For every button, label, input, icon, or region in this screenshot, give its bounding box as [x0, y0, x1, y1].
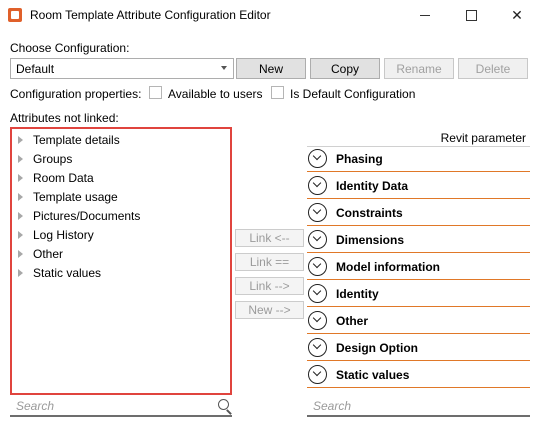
- expand-arrow-icon[interactable]: [18, 250, 23, 258]
- link-left-button[interactable]: Link <--: [235, 229, 304, 247]
- parameter-group-label: Constraints: [336, 206, 403, 220]
- revit-parameter-list: Revit parameter Phasing Identity Data Co…: [307, 127, 530, 395]
- revit-parameter-search-input[interactable]: Search: [307, 397, 530, 417]
- title-bar: Room Template Attribute Configuration Ed…: [0, 0, 540, 30]
- parameter-group-label: Other: [336, 314, 369, 328]
- copy-button[interactable]: Copy: [310, 58, 380, 79]
- configuration-select-value: Default: [16, 62, 55, 76]
- parameter-group[interactable]: Identity Data: [307, 173, 530, 199]
- new-button[interactable]: New: [236, 58, 306, 79]
- revit-parameter-header: Revit parameter: [307, 127, 530, 147]
- revit-parameter-search-placeholder: Search: [313, 399, 352, 413]
- parameter-group[interactable]: Dimensions: [307, 227, 530, 253]
- parameter-group[interactable]: Static values: [307, 362, 530, 388]
- tree-item-label: Template details: [33, 133, 120, 147]
- tree-item-label: Other: [33, 247, 64, 261]
- tree-item-label: Room Data: [33, 171, 94, 185]
- parameter-group[interactable]: Phasing: [307, 146, 530, 172]
- available-to-users-checkbox[interactable]: [149, 86, 162, 99]
- available-to-users-label: Available to users: [168, 87, 263, 101]
- new-right-button[interactable]: New -->: [235, 301, 304, 319]
- search-icon[interactable]: [218, 399, 229, 410]
- tree-item[interactable]: Other: [18, 245, 63, 263]
- minimize-icon[interactable]: [402, 0, 448, 30]
- expand-arrow-icon[interactable]: [18, 136, 23, 144]
- tree-item[interactable]: Room Data: [18, 169, 94, 187]
- is-default-configuration-label: Is Default Configuration: [290, 87, 416, 101]
- attributes-search-placeholder: Search: [16, 399, 55, 413]
- tree-item[interactable]: Log History: [18, 226, 94, 244]
- tree-item[interactable]: Static values: [18, 264, 101, 282]
- expand-chevron-icon[interactable]: [308, 311, 327, 330]
- parameter-group[interactable]: Design Option: [307, 335, 530, 361]
- parameter-group-label: Identity Data: [336, 179, 409, 193]
- link-equal-button[interactable]: Link ==: [235, 253, 304, 271]
- expand-chevron-icon[interactable]: [308, 338, 327, 357]
- attributes-not-linked-label: Attributes not linked:: [10, 111, 119, 125]
- parameter-group[interactable]: Other: [307, 308, 530, 334]
- tree-item-label: Pictures/Documents: [33, 209, 141, 223]
- rename-button[interactable]: Rename: [384, 58, 454, 79]
- chevron-down-icon: [221, 66, 227, 70]
- parameter-group-label: Static values: [336, 368, 410, 382]
- tree-item-label: Groups: [33, 152, 73, 166]
- expand-chevron-icon[interactable]: [308, 149, 327, 168]
- parameter-group[interactable]: Identity: [307, 281, 530, 307]
- maximize-icon[interactable]: [448, 0, 494, 30]
- attributes-search-input[interactable]: Search: [10, 397, 232, 417]
- revit-parameter-header-label: Revit parameter: [440, 131, 526, 145]
- parameter-group-label: Identity: [336, 287, 379, 301]
- expand-arrow-icon[interactable]: [18, 269, 23, 277]
- app-icon: [8, 8, 22, 22]
- tree-item-label: Log History: [33, 228, 94, 242]
- expand-arrow-icon[interactable]: [18, 193, 23, 201]
- expand-chevron-icon[interactable]: [308, 284, 327, 303]
- expand-arrow-icon[interactable]: [18, 174, 23, 182]
- parameter-group-label: Design Option: [336, 341, 418, 355]
- expand-chevron-icon[interactable]: [308, 365, 327, 384]
- choose-configuration-label: Choose Configuration:: [10, 41, 130, 55]
- close-icon[interactable]: ✕: [494, 0, 540, 30]
- parameter-group-label: Model information: [336, 260, 440, 274]
- tree-item[interactable]: Groups: [18, 150, 72, 168]
- delete-button[interactable]: Delete: [458, 58, 528, 79]
- parameter-group-label: Dimensions: [336, 233, 405, 247]
- is-default-configuration-checkbox[interactable]: [271, 86, 284, 99]
- parameter-group[interactable]: Model information: [307, 254, 530, 280]
- attributes-tree: Template details Groups Room Data Templa…: [10, 127, 232, 395]
- expand-arrow-icon[interactable]: [18, 231, 23, 239]
- tree-item[interactable]: Pictures/Documents: [18, 207, 140, 225]
- expand-arrow-icon[interactable]: [18, 155, 23, 163]
- parameter-group-label: Phasing: [336, 152, 383, 166]
- link-right-button[interactable]: Link -->: [235, 277, 304, 295]
- expand-chevron-icon[interactable]: [308, 203, 327, 222]
- configuration-select[interactable]: Default: [10, 58, 234, 79]
- parameter-group[interactable]: Constraints: [307, 200, 530, 226]
- tree-item-label: Template usage: [33, 190, 118, 204]
- configuration-properties-label: Configuration properties:: [10, 87, 142, 101]
- tree-item-label: Static values: [33, 266, 102, 280]
- tree-item[interactable]: Template usage: [18, 188, 118, 206]
- window-title: Room Template Attribute Configuration Ed…: [30, 8, 271, 22]
- expand-chevron-icon[interactable]: [308, 257, 327, 276]
- tree-item[interactable]: Template details: [18, 131, 120, 149]
- expand-chevron-icon[interactable]: [308, 230, 327, 249]
- expand-chevron-icon[interactable]: [308, 176, 327, 195]
- expand-arrow-icon[interactable]: [18, 212, 23, 220]
